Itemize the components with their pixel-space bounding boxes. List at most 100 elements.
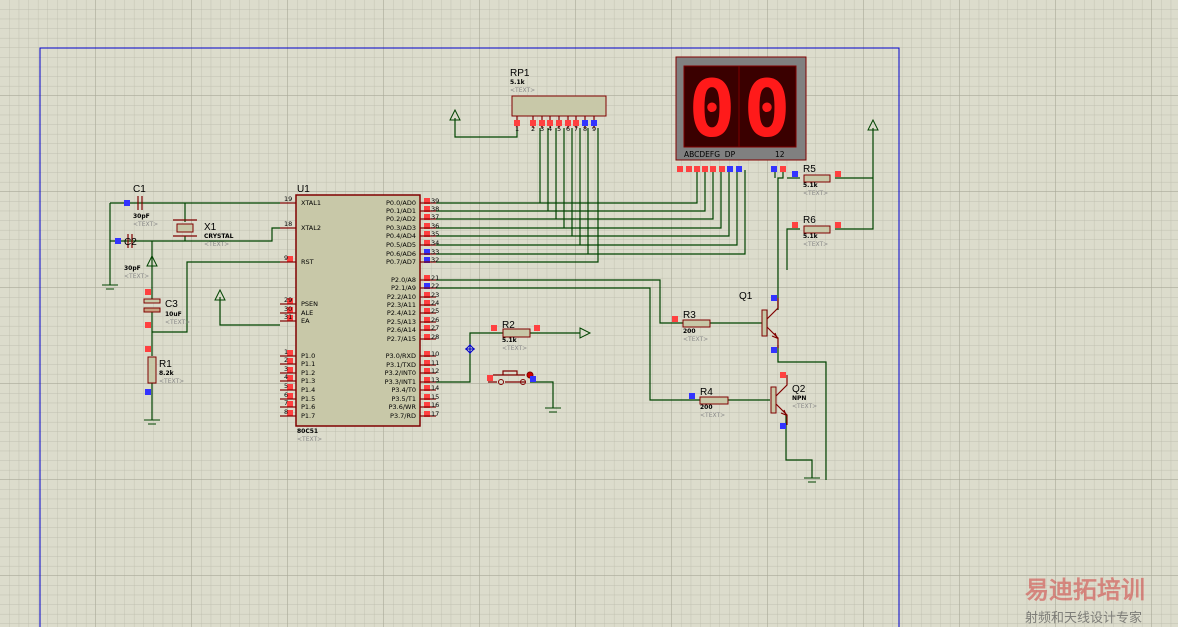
rp1-pin-number: 5 bbox=[557, 125, 561, 133]
u1-pin-name: P3.1/TXD bbox=[386, 361, 416, 369]
u1-pin-number: 1 bbox=[284, 348, 288, 356]
u1-pin-name: P2.5/A13 bbox=[387, 318, 416, 326]
seven-segment-display[interactable]: 0 0 ABCDEFG DP 12 bbox=[675, 56, 807, 161]
pin-marker bbox=[792, 171, 798, 177]
u1-pin-number: 18 bbox=[284, 220, 292, 228]
u1-pin-name: P2.6/A14 bbox=[387, 326, 416, 334]
pin-marker bbox=[686, 166, 692, 172]
resistor-r4 bbox=[699, 396, 729, 405]
rp1-pin-number: 1 bbox=[515, 125, 519, 133]
segment-pin-labels: ABCDEFG DP bbox=[684, 150, 736, 159]
pin-marker bbox=[145, 322, 151, 328]
u1-pin-number: 10 bbox=[431, 350, 439, 358]
digit-1: 0 bbox=[689, 65, 736, 155]
pin-marker bbox=[702, 166, 708, 172]
pin-marker bbox=[491, 325, 497, 331]
r1-value: 8.2k bbox=[159, 370, 175, 377]
rp1-pin-number: 4 bbox=[548, 125, 552, 133]
r6-ref: R6 bbox=[803, 215, 816, 226]
u1-pin-name: P2.3/A11 bbox=[387, 301, 416, 309]
r5-ref: R5 bbox=[803, 164, 816, 175]
u1-pin-number: 27 bbox=[431, 324, 439, 332]
rp1-pin-number: 7 bbox=[574, 125, 578, 133]
u1-pin-name: P0.3/AD3 bbox=[386, 224, 416, 232]
pin-marker bbox=[771, 295, 777, 301]
pin-marker bbox=[534, 325, 540, 331]
u1-pin-number: 21 bbox=[431, 274, 439, 282]
resistor-r5 bbox=[803, 174, 831, 183]
u1-ref: U1 bbox=[297, 184, 310, 195]
u1-text: <TEXT> bbox=[297, 436, 322, 443]
r6-text: <TEXT> bbox=[803, 241, 828, 248]
u1-pin-name: P3.4/T0 bbox=[391, 386, 416, 394]
pin-marker bbox=[145, 289, 151, 295]
pin-marker bbox=[835, 222, 841, 228]
u1-pin-number: 24 bbox=[431, 299, 439, 307]
u1-pin-number: 33 bbox=[431, 248, 439, 256]
pin-marker bbox=[530, 376, 536, 382]
resistor-r6 bbox=[803, 225, 831, 234]
x1-value: CRYSTAL bbox=[204, 233, 234, 240]
schematic-canvas[interactable]: 123456789 U1 80C51 <TEXT> 19 XTAL118 XTAL2… bbox=[0, 0, 1178, 627]
u1-pin-number: 36 bbox=[431, 222, 439, 230]
r4-text: <TEXT> bbox=[700, 412, 725, 419]
pin-marker bbox=[124, 200, 130, 206]
u1-pin-name: P2.1/A9 bbox=[391, 284, 416, 292]
u1-pin-name: P1.3 bbox=[301, 377, 315, 385]
pin-marker bbox=[689, 393, 695, 399]
u1-pin-number: 12 bbox=[431, 367, 439, 375]
u1-pin-name: P3.3/INT1 bbox=[385, 378, 416, 386]
pin-marker bbox=[792, 222, 798, 228]
u1-part: 80C51 bbox=[297, 428, 318, 435]
u1-pin-number: 19 bbox=[284, 195, 292, 203]
resistor-pack-rp1 bbox=[511, 95, 607, 117]
watermark-line1: 易迪拓培训 bbox=[1025, 576, 1145, 604]
u1-pin-name: P2.4/A12 bbox=[387, 309, 416, 317]
r5-text: <TEXT> bbox=[803, 190, 828, 197]
digit-2: 0 bbox=[744, 65, 791, 155]
u1-pin-number: 8 bbox=[284, 408, 288, 416]
capacitor-c3 bbox=[143, 298, 161, 304]
pin-marker bbox=[780, 423, 786, 429]
u1-pin-name: P1.2 bbox=[301, 369, 315, 377]
u1-pin-number: 3 bbox=[284, 365, 288, 373]
watermark-line2: 射频和天线设计专家 bbox=[1025, 610, 1142, 626]
c1-value: 30pF bbox=[133, 213, 150, 220]
transistor-q1 bbox=[761, 309, 768, 337]
r4-ref: R4 bbox=[700, 387, 713, 398]
pin-marker bbox=[710, 166, 716, 172]
u1-microcontroller[interactable]: U1 80C51 <TEXT> 19 XTAL118 XTAL29 RST29 PSEN… bbox=[280, 184, 439, 443]
u1-pin-number: 11 bbox=[431, 359, 439, 367]
pin-marker bbox=[771, 166, 777, 172]
u1-pin-name: P3.7/RD bbox=[390, 412, 416, 420]
q2-ref: Q2 bbox=[792, 384, 806, 395]
capacitor-c3-plate bbox=[143, 307, 161, 313]
r2-ref: R2 bbox=[502, 320, 515, 331]
r3-ref: R3 bbox=[683, 310, 696, 321]
c3-value: 10uF bbox=[165, 311, 182, 318]
rp1-pin-number: 9 bbox=[592, 125, 596, 133]
resistor-r1 bbox=[147, 356, 157, 384]
u1-pin-number: 7 bbox=[284, 399, 288, 407]
u1-pin-name: P0.6/AD6 bbox=[386, 250, 416, 258]
c1-text: <TEXT> bbox=[133, 221, 158, 228]
u1-pin-number: 26 bbox=[431, 316, 439, 324]
pin-marker bbox=[694, 166, 700, 172]
u1-pin-name: P0.1/AD1 bbox=[386, 207, 416, 215]
pin-marker bbox=[487, 375, 493, 381]
u1-pin-number: 6 bbox=[284, 391, 288, 399]
c2-text: <TEXT> bbox=[124, 273, 149, 280]
u1-pin-name: P1.4 bbox=[301, 386, 315, 394]
pin-marker bbox=[145, 389, 151, 395]
u1-pin-number: 14 bbox=[431, 384, 439, 392]
u1-pin-number: 16 bbox=[431, 401, 439, 409]
r2-text: <TEXT> bbox=[502, 345, 527, 352]
u1-pin-name: P0.2/AD2 bbox=[386, 215, 416, 223]
u1-pin-number: 31 bbox=[284, 313, 292, 321]
u1-pin-number: 32 bbox=[431, 256, 439, 264]
pin-marker bbox=[835, 171, 841, 177]
crystal-x1 bbox=[176, 223, 194, 233]
pin-marker bbox=[115, 238, 121, 244]
q2-text: <TEXT> bbox=[792, 403, 817, 410]
q1-ref: Q1 bbox=[739, 291, 753, 302]
